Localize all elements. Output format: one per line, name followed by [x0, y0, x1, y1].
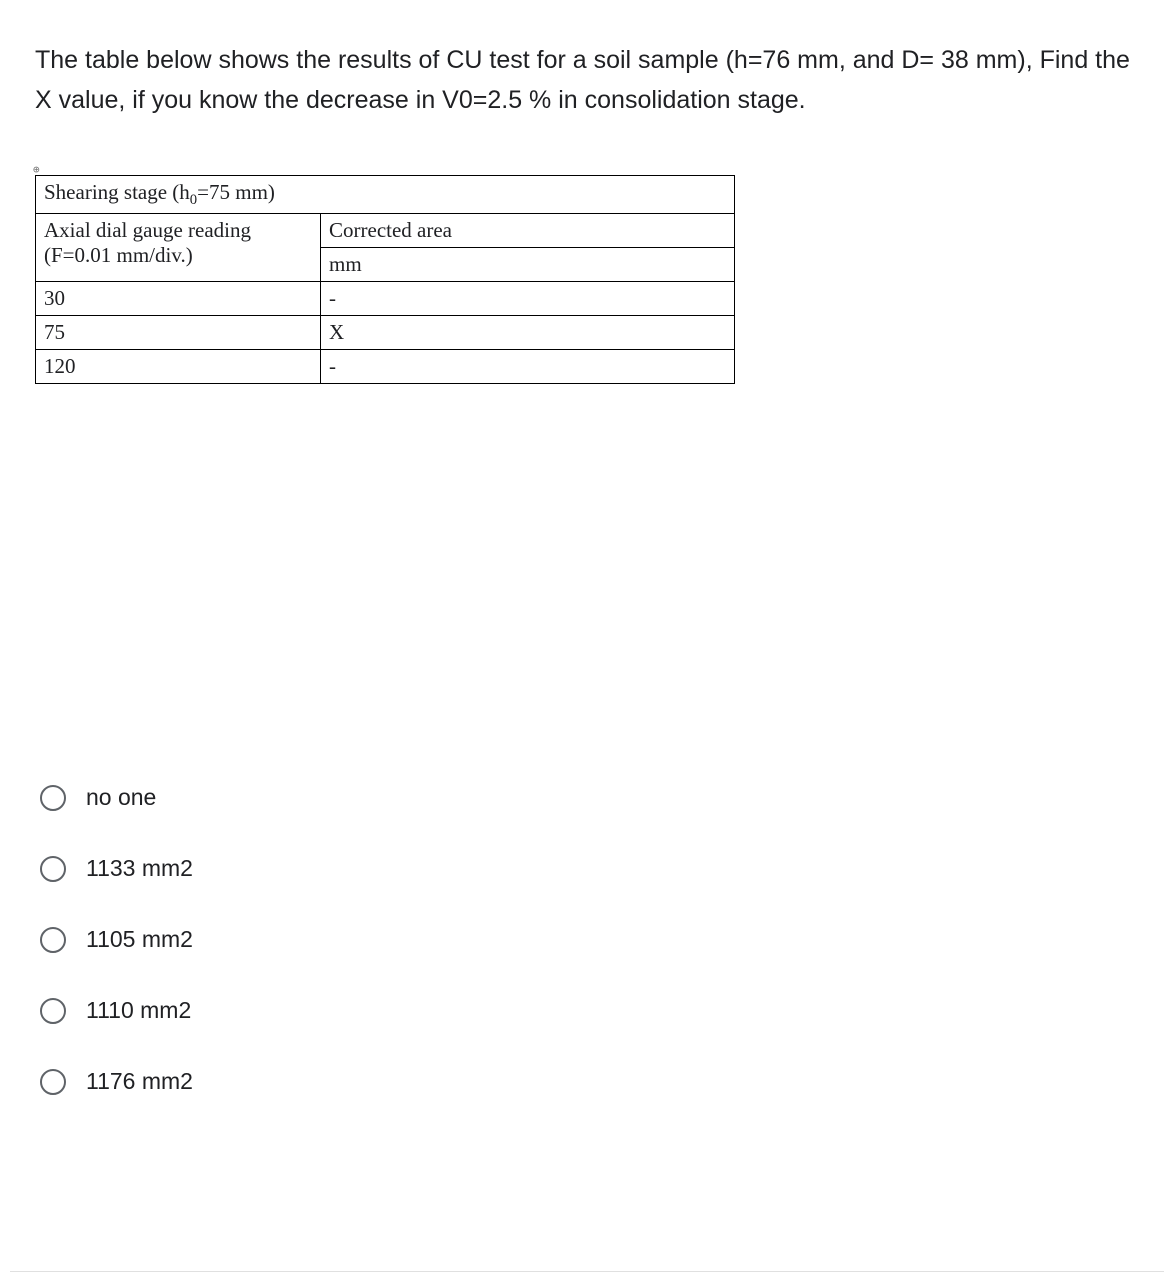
- option-label: 1176 mm2: [86, 1068, 193, 1095]
- option-1176[interactable]: 1176 mm2: [40, 1068, 1139, 1095]
- radio-icon: [40, 1069, 66, 1095]
- option-1105[interactable]: 1105 mm2: [40, 926, 1139, 953]
- radio-icon: [40, 998, 66, 1024]
- option-1133[interactable]: 1133 mm2: [40, 855, 1139, 882]
- question-text: The table below shows the results of CU …: [35, 40, 1139, 120]
- table-container: ⊕ Shearing stage (h0=75 mm) Axial dial g…: [35, 175, 1139, 384]
- reading-cell: 30: [36, 282, 321, 316]
- options-group: no one 1133 mm2 1105 mm2 1110 mm2 1176 m…: [40, 784, 1139, 1095]
- radio-icon: [40, 927, 66, 953]
- col1-header-line2: (F=0.01 mm/div.): [44, 243, 193, 267]
- radio-icon: [40, 785, 66, 811]
- radio-icon: [40, 856, 66, 882]
- option-label: 1133 mm2: [86, 855, 193, 882]
- corrected-cell: -: [321, 350, 735, 384]
- corrected-cell: -: [321, 282, 735, 316]
- reading-cell: 120: [36, 350, 321, 384]
- option-label: 1105 mm2: [86, 926, 193, 953]
- col1-header: Axial dial gauge reading (F=0.01 mm/div.…: [36, 214, 321, 282]
- corrected-cell: X: [321, 316, 735, 350]
- table-title-cell: Shearing stage (h0=75 mm): [36, 176, 735, 214]
- option-1110[interactable]: 1110 mm2: [40, 997, 1139, 1024]
- table-row: 75 X: [36, 316, 735, 350]
- col1-header-line1: Axial dial gauge reading: [44, 218, 251, 242]
- col2-header-line2: mm: [321, 248, 735, 282]
- reading-cell: 75: [36, 316, 321, 350]
- col2-header-line1: Corrected area: [321, 214, 735, 248]
- divider: [10, 1271, 1164, 1272]
- table-title-suffix: =75 mm): [197, 180, 275, 204]
- option-label: no one: [86, 784, 156, 811]
- table-title-prefix: Shearing stage (h: [44, 180, 190, 204]
- data-table: Shearing stage (h0=75 mm) Axial dial gau…: [35, 175, 735, 384]
- option-label: 1110 mm2: [86, 997, 191, 1024]
- table-row: 30 -: [36, 282, 735, 316]
- table-row: 120 -: [36, 350, 735, 384]
- option-no-one[interactable]: no one: [40, 784, 1139, 811]
- table-anchor-icon: ⊕: [33, 163, 40, 176]
